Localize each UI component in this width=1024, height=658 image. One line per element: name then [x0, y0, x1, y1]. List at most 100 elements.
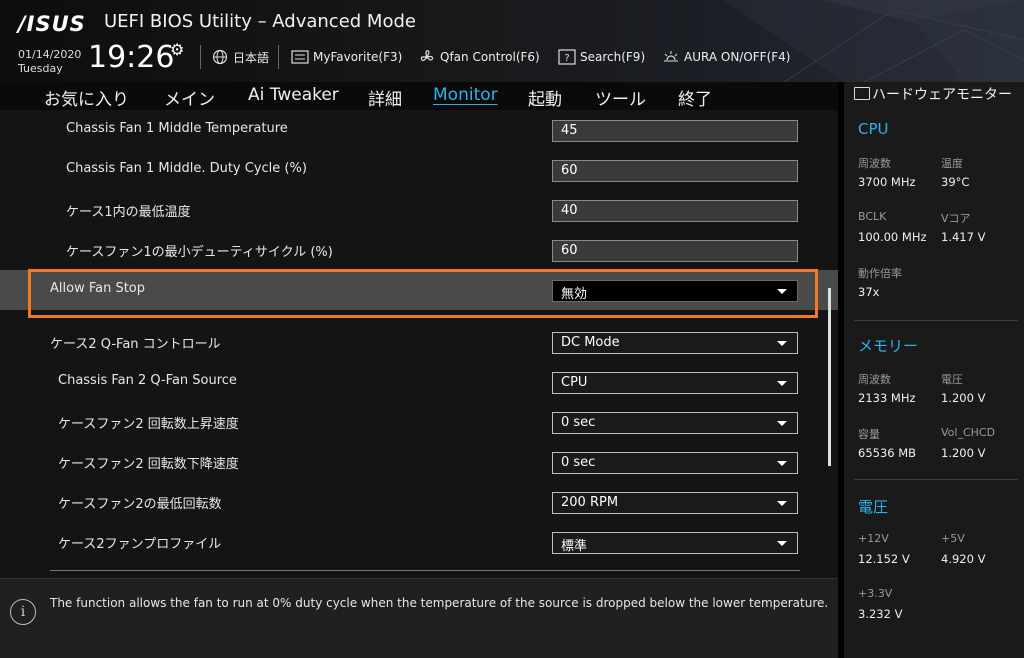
setting-label: ケースファン1の最小デューティサイクル (%) — [66, 245, 333, 260]
value-dropdown[interactable]: DC Mode — [552, 332, 798, 354]
value-input[interactable]: 45 — [552, 120, 798, 142]
svg-text:?: ? — [564, 53, 569, 64]
section-divider — [854, 320, 1018, 321]
info-icon: i — [10, 599, 36, 625]
v33-label: +3.3V — [858, 587, 893, 600]
setting-label: Chassis Fan 1 Middle. Duty Cycle (%) — [66, 161, 307, 176]
setting-row-selected[interactable]: Allow Fan Stop 無効 — [0, 270, 838, 310]
qfan-control-button[interactable]: Qfan Control(F6) — [418, 47, 540, 67]
vol-chcd-label: Vol_CHCD — [941, 426, 996, 439]
help-bar: i The function allows the fan to run at … — [0, 578, 838, 658]
setting-label: ケースファン2の最低回転数 — [58, 497, 222, 512]
v5-value: 4.920 V — [941, 552, 986, 566]
allow-fan-stop-dropdown[interactable]: 無効 — [552, 280, 798, 302]
chevron-down-icon — [777, 421, 787, 426]
dropdown-value: CPU — [561, 375, 588, 390]
value-input[interactable]: 60 — [552, 160, 798, 182]
language-button[interactable]: 日本語 — [211, 47, 269, 67]
date-text: 01/14/2020 — [18, 48, 82, 61]
v5-label: +5V — [941, 532, 965, 545]
vol-chcd-value: 1.200 V — [941, 446, 986, 460]
qfan-control-label: Qfan Control(F6) — [440, 50, 540, 64]
aura-toggle-button[interactable]: AURA ON/OFF(F4) — [662, 47, 790, 67]
setting-row[interactable]: ケースファン2 回転数上昇速度 0 sec — [0, 402, 838, 442]
chevron-down-icon — [777, 381, 787, 386]
myfavorite-label: MyFavorite(F3) — [313, 50, 403, 64]
vcore-value: 1.417 V — [941, 230, 986, 244]
fan-icon — [418, 48, 436, 66]
dropdown-value: 200 RPM — [561, 495, 619, 510]
cpu-temperature-value: 39°C — [941, 175, 970, 189]
value-input[interactable]: 40 — [552, 200, 798, 222]
setting-label: Chassis Fan 1 Middle Temperature — [66, 121, 288, 136]
aura-label: AURA ON/OFF(F4) — [684, 50, 791, 64]
setting-label: Allow Fan Stop — [50, 281, 146, 296]
setting-row[interactable]: Chassis Fan 1 Middle Temperature 45 — [0, 110, 838, 150]
vcore-label: Vコア — [941, 212, 971, 225]
voltage-section-title: 電圧 — [858, 498, 889, 516]
v33-value: 3.232 V — [858, 607, 903, 621]
tab-favorites[interactable]: お気に入り — [44, 85, 129, 110]
memory-capacity-value: 65536 MB — [858, 446, 917, 460]
myfavorite-button[interactable]: MyFavorite(F3) — [291, 47, 402, 67]
cpu-temperature-label: 温度 — [941, 157, 963, 170]
v12-value: 12.152 V — [858, 552, 910, 566]
dropdown-value: 標準 — [561, 539, 588, 554]
asus-logo: /ISUS — [18, 12, 86, 36]
main-nav-tabs: お気に入り メイン Ai Tweaker 詳細 Monitor 起動 ツール 終… — [0, 82, 838, 110]
setting-label: ケースファン2 回転数下降速度 — [58, 457, 239, 472]
clock-settings-gear-icon[interactable]: ⚙ — [170, 40, 184, 59]
scrollbar[interactable] — [828, 288, 831, 466]
setting-row[interactable]: Chassis Fan 1 Middle. Duty Cycle (%) 60 — [0, 150, 838, 190]
setting-row[interactable]: ケースファン1の最小デューティサイクル (%) 60 — [0, 230, 838, 270]
search-button[interactable]: ? Search(F9) — [558, 47, 645, 67]
dropdown-value: 無効 — [561, 287, 588, 302]
value-dropdown[interactable]: 0 sec — [552, 412, 798, 434]
ratio-value: 37x — [858, 285, 880, 299]
value-dropdown[interactable]: CPU — [552, 372, 798, 394]
dropdown-value: DC Mode — [561, 335, 620, 350]
tab-boot[interactable]: 起動 — [528, 85, 562, 110]
tab-main[interactable]: メイン — [164, 85, 215, 110]
setting-row[interactable]: ケース2ファンプロファイル 標準 — [0, 522, 838, 562]
setting-row[interactable]: ケースファン2 回転数下降速度 0 sec — [0, 442, 838, 482]
memory-section-title: メモリー — [858, 337, 919, 355]
value-input[interactable]: 60 — [552, 240, 798, 262]
setting-label: Chassis Fan 2 Q-Fan Source — [58, 373, 237, 388]
bclk-value: 100.00 MHz — [858, 230, 927, 244]
tab-exit[interactable]: 終了 — [678, 85, 712, 110]
dropdown-value: 0 sec — [561, 415, 596, 430]
tab-advanced[interactable]: 詳細 — [368, 85, 402, 110]
value-dropdown[interactable]: 0 sec — [552, 452, 798, 474]
header-decoration — [724, 0, 1024, 82]
memory-voltage-label: 電圧 — [941, 373, 963, 386]
hardware-monitor-panel: ハードウェアモニター CPU 周波数 温度 3700 MHz 39°C BCLK… — [838, 82, 1024, 658]
tab-ai-tweaker[interactable]: Ai Tweaker — [248, 85, 339, 105]
setting-label: ケース2ファンプロファイル — [58, 537, 222, 552]
cpu-section-title: CPU — [858, 120, 889, 138]
chevron-down-icon — [777, 341, 787, 346]
ratio-label: 動作倍率 — [858, 267, 902, 280]
help-text: The function allows the fan to run at 0%… — [50, 596, 829, 610]
search-icon: ? — [558, 48, 576, 66]
cpu-frequency-value: 3700 MHz — [858, 175, 916, 189]
clock-time: 19:26 — [88, 40, 175, 75]
setting-row[interactable]: ケースファン2の最低回転数 200 RPM — [0, 482, 838, 522]
settings-panel: Chassis Fan 1 Middle Temperature 45 Chas… — [0, 110, 838, 578]
favorite-icon — [291, 48, 309, 66]
monitor-icon — [854, 87, 870, 100]
header-bar: /ISUS UEFI BIOS Utility – Advanced Mode … — [0, 0, 1024, 82]
section-divider — [854, 479, 1018, 480]
value-dropdown[interactable]: 200 RPM — [552, 492, 798, 514]
language-label: 日本語 — [233, 50, 270, 65]
chevron-down-icon — [777, 289, 787, 294]
bios-window: /ISUS UEFI BIOS Utility – Advanced Mode … — [0, 0, 1024, 658]
memory-capacity-label: 容量 — [858, 428, 880, 441]
value-dropdown[interactable]: 標準 — [552, 532, 798, 554]
tab-tool[interactable]: ツール — [595, 85, 646, 110]
setting-row[interactable]: ケース1内の最低温度 40 — [0, 190, 838, 230]
setting-row[interactable]: ケース2 Q-Fan コントロール DC Mode — [0, 322, 838, 362]
setting-label: ケースファン2 回転数上昇速度 — [58, 417, 239, 432]
tab-monitor[interactable]: Monitor — [433, 85, 498, 105]
setting-row[interactable]: Chassis Fan 2 Q-Fan Source CPU — [0, 362, 838, 402]
